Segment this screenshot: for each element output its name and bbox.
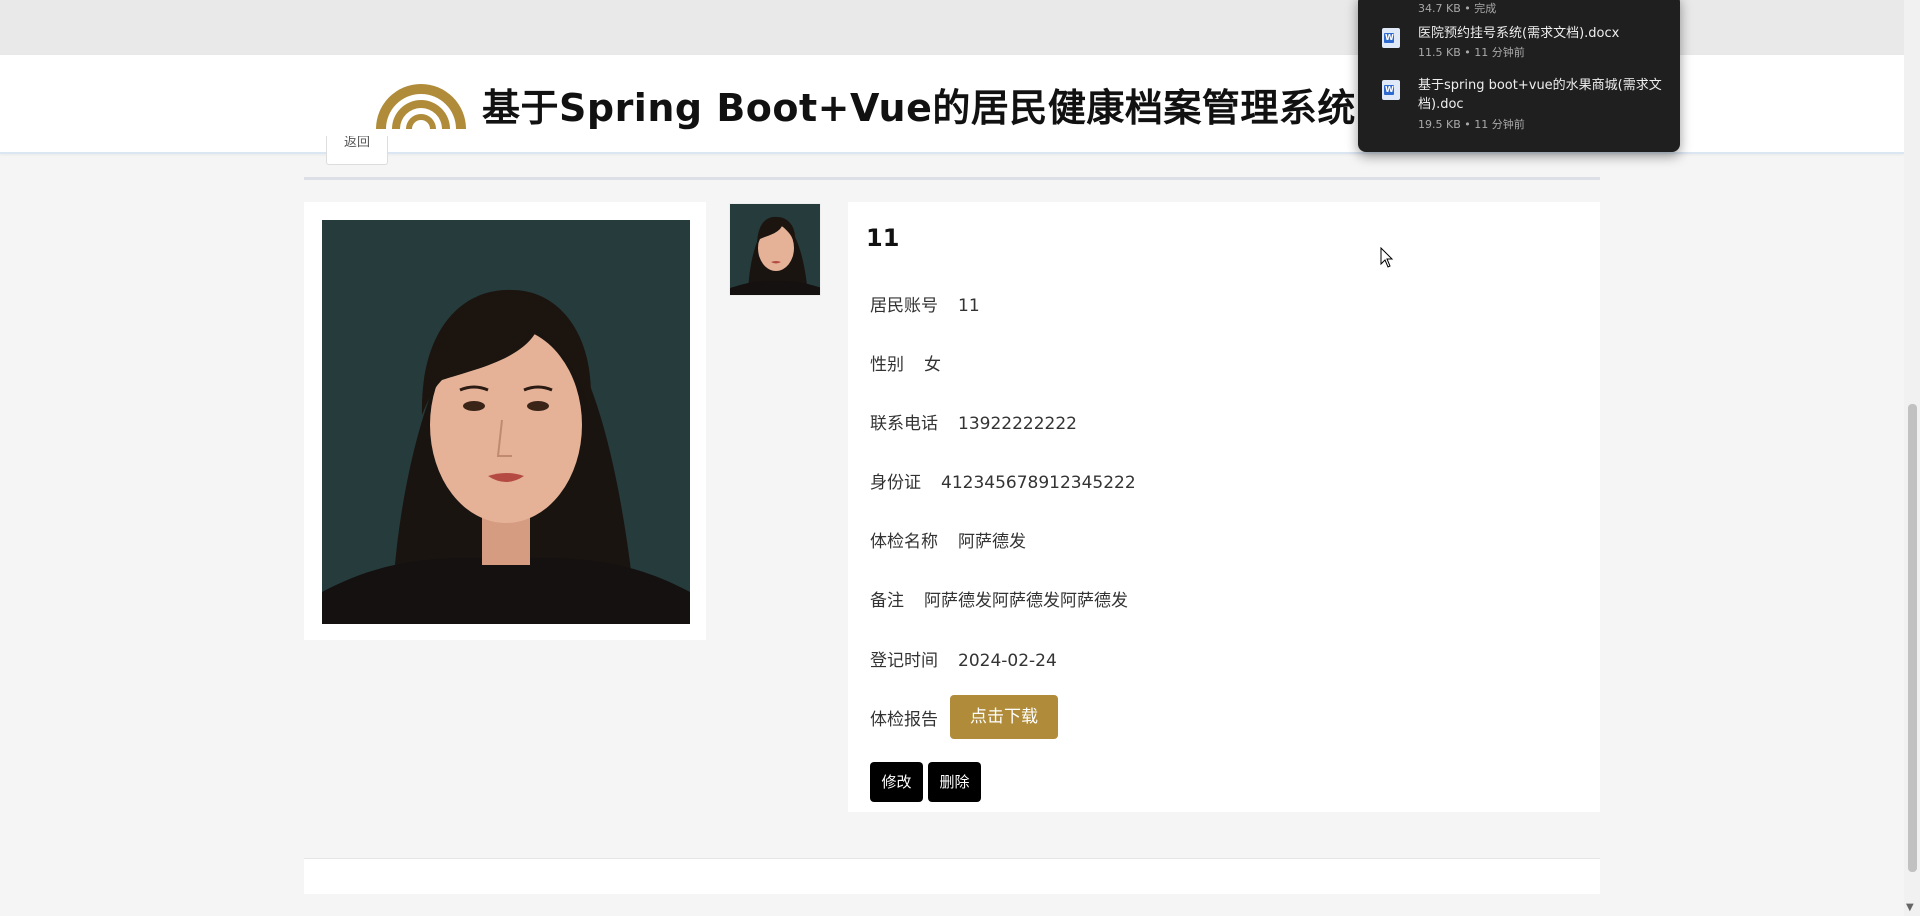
edit-button[interactable]: 修改	[870, 762, 923, 802]
delete-button[interactable]: 删除	[928, 762, 981, 802]
download-file-name: 医院预约挂号系统(需求文档).docx	[1418, 26, 1620, 41]
resident-photo	[322, 220, 690, 624]
downloads-popup: 34.7 KB • 完成 W 医院预约挂号系统(需求文档).docx 11.5 …	[1358, 0, 1680, 152]
field-value: 13922222222	[958, 414, 1077, 434]
download-item[interactable]: W 医院预约挂号系统(需求文档).docx 11.5 KB • 11 分钟前	[1358, 24, 1680, 64]
field-label: 身份证	[870, 473, 921, 493]
field-value: 412345678912345222	[941, 473, 1136, 493]
field-label: 居民账号	[870, 296, 938, 316]
resident-thumbnail[interactable]	[729, 203, 821, 296]
field-row-report: 体检报告 点击下载	[870, 695, 1058, 739]
back-button[interactable]: 返回	[326, 136, 388, 165]
thumbnail-photo	[730, 204, 820, 295]
resident-name: 11	[866, 224, 900, 252]
rainbow-arch-logo-icon	[376, 84, 466, 129]
site-title: 基于Spring Boot+Vue的居民健康档案管理系统	[482, 86, 1356, 130]
download-file-meta: 19.5 KB • 11 分钟前	[1418, 118, 1525, 131]
field-row-id-card: 身份证 412345678912345222	[870, 468, 1136, 493]
scrollbar-thumb[interactable]	[1908, 404, 1917, 872]
page-footer	[304, 858, 1600, 894]
download-file-name: 基于spring boot+vue的水果商城(需求文档).doc	[1418, 78, 1662, 112]
field-row-account: 居民账号 11	[870, 291, 980, 316]
content-divider	[304, 177, 1600, 180]
field-label: 体检名称	[870, 532, 938, 552]
field-value: 阿萨德发阿萨德发阿萨德发	[924, 591, 1128, 611]
field-row-phone: 联系电话 13922222222	[870, 409, 1077, 434]
field-row-exam-name: 体检名称 阿萨德发	[870, 527, 1026, 552]
field-value: 阿萨德发	[958, 532, 1026, 552]
field-row-gender: 性别女	[870, 350, 941, 375]
field-label: 性别	[870, 355, 904, 375]
field-label: 备注	[870, 591, 904, 611]
field-value: 11	[958, 296, 980, 316]
field-value: 女	[924, 355, 941, 375]
field-value: 2024-02-24	[958, 651, 1057, 671]
resident-info-card: 11 居民账号 11 性别女 联系电话 13922222222 身份证 4123456…	[848, 202, 1600, 812]
field-row-register-time: 登记时间 2024-02-24	[870, 646, 1057, 671]
word-file-icon: W	[1382, 80, 1400, 100]
download-report-button[interactable]: 点击下载	[950, 695, 1058, 739]
scroll-down-arrow-icon[interactable]: ▼	[1906, 902, 1914, 913]
download-file-meta: 11.5 KB • 11 分钟前	[1418, 46, 1525, 59]
mouse-cursor-icon	[1380, 247, 1394, 268]
download-item[interactable]: W 基于spring boot+vue的水果商城(需求文档).doc 19.5 …	[1358, 76, 1680, 136]
download-status: 34.7 KB • 完成	[1418, 2, 1497, 15]
field-label: 体检报告	[870, 709, 938, 730]
main-photo-card	[304, 202, 706, 640]
field-label: 联系电话	[870, 414, 938, 434]
word-file-icon: W	[1382, 28, 1400, 48]
field-label: 登记时间	[870, 651, 938, 671]
field-row-remark: 备注 阿萨德发阿萨德发阿萨德发	[870, 586, 1128, 611]
